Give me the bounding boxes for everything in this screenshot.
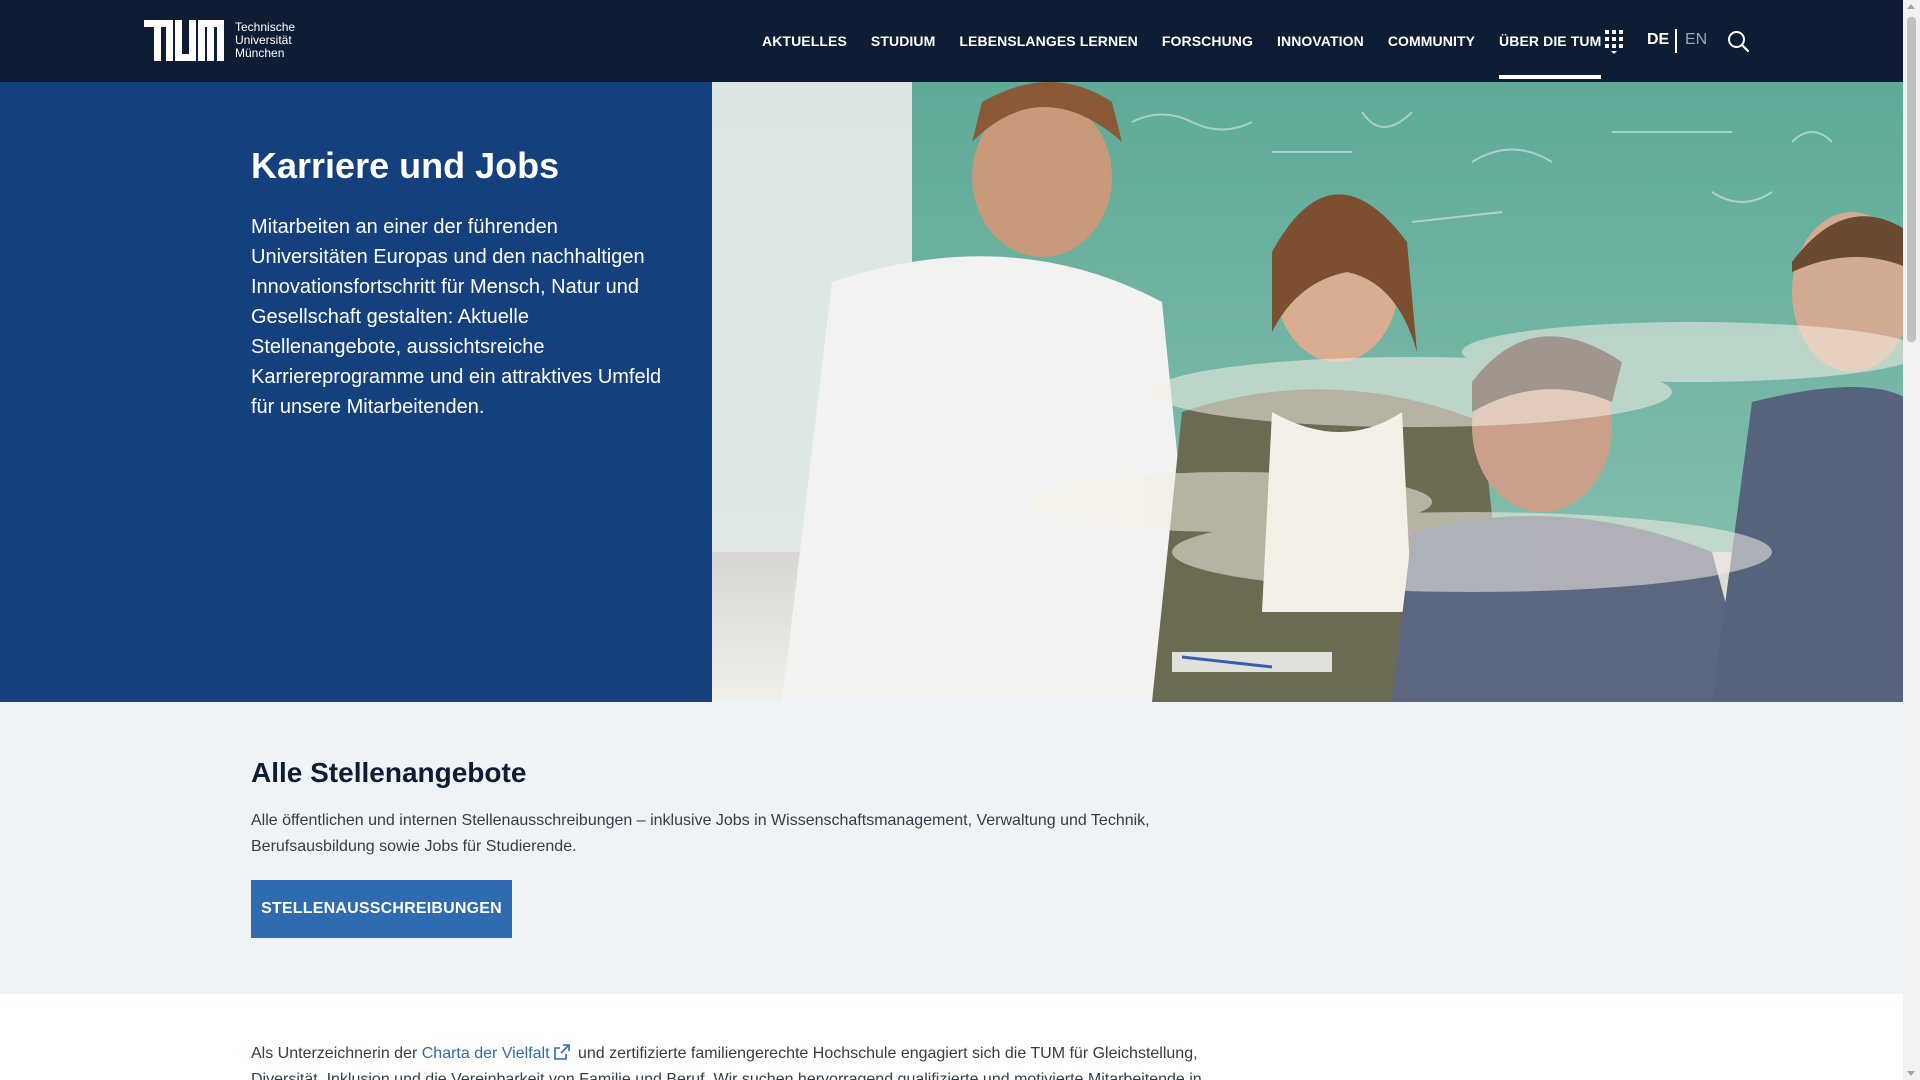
diversity-paragraph: Als Unterzeichnerin der Charta der Vielf… bbox=[251, 1041, 1231, 1080]
tum-logo-mark-icon bbox=[144, 20, 224, 61]
language-de[interactable]: DE bbox=[1647, 31, 1669, 49]
nav-innovation[interactable]: INNOVATION bbox=[1277, 0, 1364, 82]
external-link-icon bbox=[553, 1044, 570, 1060]
hero-image-illustration bbox=[712, 82, 1903, 702]
main-navigation: AKTUELLES STUDIUM LEBENSLANGES LERNEN FO… bbox=[762, 0, 1625, 82]
apps-grid-icon[interactable] bbox=[1604, 29, 1624, 55]
page-scrollbar[interactable] bbox=[1903, 0, 1920, 1080]
jobs-section-description: Alle öffentlichen und internen Stellenau… bbox=[251, 812, 1150, 855]
hero-image bbox=[712, 82, 1903, 702]
hero-title: Karriere und Jobs bbox=[251, 145, 560, 186]
search-icon[interactable] bbox=[1727, 30, 1749, 52]
jobs-section-title: Alle Stellenangebote bbox=[251, 757, 527, 788]
hero-description: Mitarbeiten an einer der führenden Unive… bbox=[251, 216, 662, 418]
nav-community[interactable]: COMMUNITY bbox=[1388, 0, 1475, 82]
nav-aktuelles[interactable]: AKTUELLES bbox=[762, 0, 847, 82]
scroll-up-arrow-icon[interactable] bbox=[1907, 4, 1915, 9]
top-navigation-bar: Technische Universität München AKTUELLES… bbox=[0, 0, 1903, 82]
language-separator bbox=[1675, 29, 1677, 53]
language-en[interactable]: EN bbox=[1685, 31, 1707, 49]
nav-studium[interactable]: STUDIUM bbox=[871, 0, 935, 82]
charta-link-label: Charta der Vielfalt bbox=[421, 1045, 550, 1062]
nav-forschung[interactable]: FORSCHUNG bbox=[1162, 0, 1253, 82]
nav-ueber-die-tum[interactable]: ÜBER DIE TUM bbox=[1499, 0, 1602, 82]
diversity-text-before: Als Unterzeichnerin der bbox=[251, 1045, 418, 1062]
logo-line-3: München bbox=[235, 46, 285, 60]
scroll-thumb[interactable] bbox=[1907, 17, 1916, 342]
tum-logo[interactable]: Technische Universität München bbox=[144, 20, 295, 61]
stellenausschreibungen-button[interactable]: STELLENAUSSCHREIBUNGEN bbox=[251, 880, 512, 938]
logo-text: Technische Universität München bbox=[235, 21, 295, 60]
nav-lebenslanges-lernen[interactable]: LEBENSLANGES LERNEN bbox=[959, 0, 1137, 82]
charta-der-vielfalt-link[interactable]: Charta der Vielfalt bbox=[421, 1044, 574, 1062]
scroll-down-arrow-icon[interactable] bbox=[1907, 1071, 1915, 1076]
